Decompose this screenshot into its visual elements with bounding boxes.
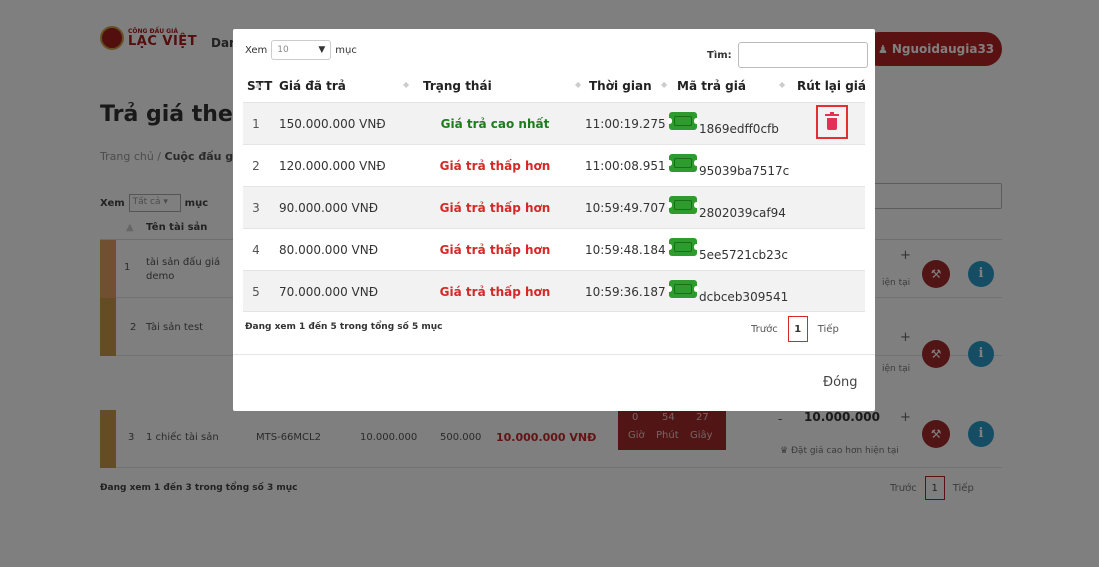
bid-time: 11:00:08.951 bbox=[585, 159, 666, 173]
column-time[interactable]: Thời gian bbox=[589, 79, 652, 93]
ticket-icon bbox=[667, 238, 699, 256]
bid-code: 1869edff0cfb bbox=[699, 122, 779, 136]
modal-search: Tìm: bbox=[707, 42, 868, 68]
ticket-icon bbox=[667, 154, 699, 172]
trash-icon bbox=[825, 112, 839, 130]
modal-search-input[interactable] bbox=[737, 42, 868, 68]
sort-icon: ◆ bbox=[661, 80, 668, 89]
modal-page-length-select[interactable]: 10 ▼ bbox=[271, 40, 332, 60]
modal-page-length-control: Xem 10 ▼ mục bbox=[245, 40, 357, 60]
modal-pagination-page[interactable]: 1 bbox=[787, 316, 808, 342]
ticket-inner bbox=[674, 200, 692, 210]
bid-status: Giá trả thấp hơn bbox=[439, 159, 551, 173]
column-status[interactable]: Trạng thái bbox=[423, 79, 492, 93]
bid-price: 70.000.000 VNĐ bbox=[279, 285, 379, 299]
bid-code: dcbceb309541 bbox=[699, 290, 789, 304]
bid-code: 5ee5721cb23c bbox=[699, 248, 789, 262]
bid-stt: 5 bbox=[252, 285, 260, 299]
ticket-inner bbox=[674, 242, 692, 252]
ticket-icon bbox=[667, 112, 699, 130]
modal-pagination-next[interactable]: Tiếp bbox=[818, 324, 839, 335]
ticket-icon bbox=[667, 196, 699, 214]
sort-icon: ◆ bbox=[575, 80, 582, 89]
modal-pagination-prev[interactable]: Trước bbox=[751, 324, 778, 335]
bid-price: 90.000.000 VNĐ bbox=[279, 201, 379, 215]
ticket-icon bbox=[667, 280, 699, 298]
modal-page-length-suffix: mục bbox=[335, 44, 357, 56]
bid-stt: 3 bbox=[252, 201, 260, 215]
modal-search-label: Tìm: bbox=[707, 49, 732, 61]
bid-stt: 2 bbox=[252, 159, 260, 173]
bid-history-table: STT ▲ Giá đã trả ◆ Trạng thái ◆ Thời gia… bbox=[243, 74, 866, 312]
close-button[interactable]: Đóng bbox=[823, 375, 858, 390]
bid-code: 2802039caf94 bbox=[699, 206, 786, 220]
bid-history-header: STT ▲ Giá đã trả ◆ Trạng thái ◆ Thời gia… bbox=[243, 74, 866, 102]
bid-row: 3 90.000.000 VNĐ Giá trả thấp hơn 10:59:… bbox=[243, 186, 865, 228]
ticket-inner bbox=[674, 116, 692, 126]
bid-status: Giá trả cao nhất bbox=[440, 117, 550, 131]
ticket-inner bbox=[674, 158, 692, 168]
bid-status: Giá trả thấp hơn bbox=[439, 285, 551, 299]
column-withdraw[interactable]: Rút lại giá bbox=[797, 79, 866, 93]
bid-time: 11:00:19.275 bbox=[585, 117, 666, 131]
bid-code: 95039ba7517c bbox=[699, 164, 790, 178]
column-code[interactable]: Mã trả giá bbox=[677, 79, 746, 93]
bid-status: Giá trả thấp hơn bbox=[439, 201, 551, 215]
bid-price: 150.000.000 VNĐ bbox=[279, 117, 386, 131]
bid-time: 10:59:48.184 bbox=[585, 243, 666, 257]
bid-row: 5 70.000.000 VNĐ Giá trả thấp hơn 10:59:… bbox=[243, 270, 865, 312]
sort-icon: ◆ bbox=[779, 80, 786, 89]
modal-page-length-label: Xem bbox=[245, 44, 268, 56]
sort-icon: ◆ bbox=[403, 80, 410, 89]
bid-row: 2 120.000.000 VNĐ Giá trả thấp hơn 11:00… bbox=[243, 144, 865, 186]
sort-icon: ▲ bbox=[255, 80, 262, 89]
bid-row: 4 80.000.000 VNĐ Giá trả thấp hơn 10:59:… bbox=[243, 228, 865, 270]
bid-time: 10:59:36.187 bbox=[585, 285, 666, 299]
bid-row: 1 150.000.000 VNĐ Giá trả cao nhất 11:00… bbox=[243, 102, 865, 144]
bid-stt: 4 bbox=[252, 243, 260, 257]
bid-stt: 1 bbox=[252, 117, 260, 131]
modal-footer-divider bbox=[233, 354, 875, 355]
ticket-inner bbox=[674, 284, 692, 294]
chevron-down-icon: ▼ bbox=[318, 45, 326, 55]
bid-status: Giá trả thấp hơn bbox=[439, 243, 551, 257]
modal-page-length-value: 10 bbox=[277, 45, 289, 55]
bid-history-modal: Xem 10 ▼ mục Tìm: STT ▲ Giá đã trả ◆ Trạ… bbox=[233, 29, 875, 411]
bid-price: 120.000.000 VNĐ bbox=[279, 159, 386, 173]
modal-pagination: Trước 1 Tiếp bbox=[751, 316, 839, 342]
bid-price: 80.000.000 VNĐ bbox=[279, 243, 379, 257]
bid-time: 10:59:49.707 bbox=[585, 201, 666, 215]
column-price[interactable]: Giá đã trả bbox=[279, 79, 346, 93]
modal-table-info: Đang xem 1 đến 5 trong tổng số 5 mục bbox=[245, 322, 443, 332]
withdraw-bid-button[interactable] bbox=[816, 105, 848, 139]
